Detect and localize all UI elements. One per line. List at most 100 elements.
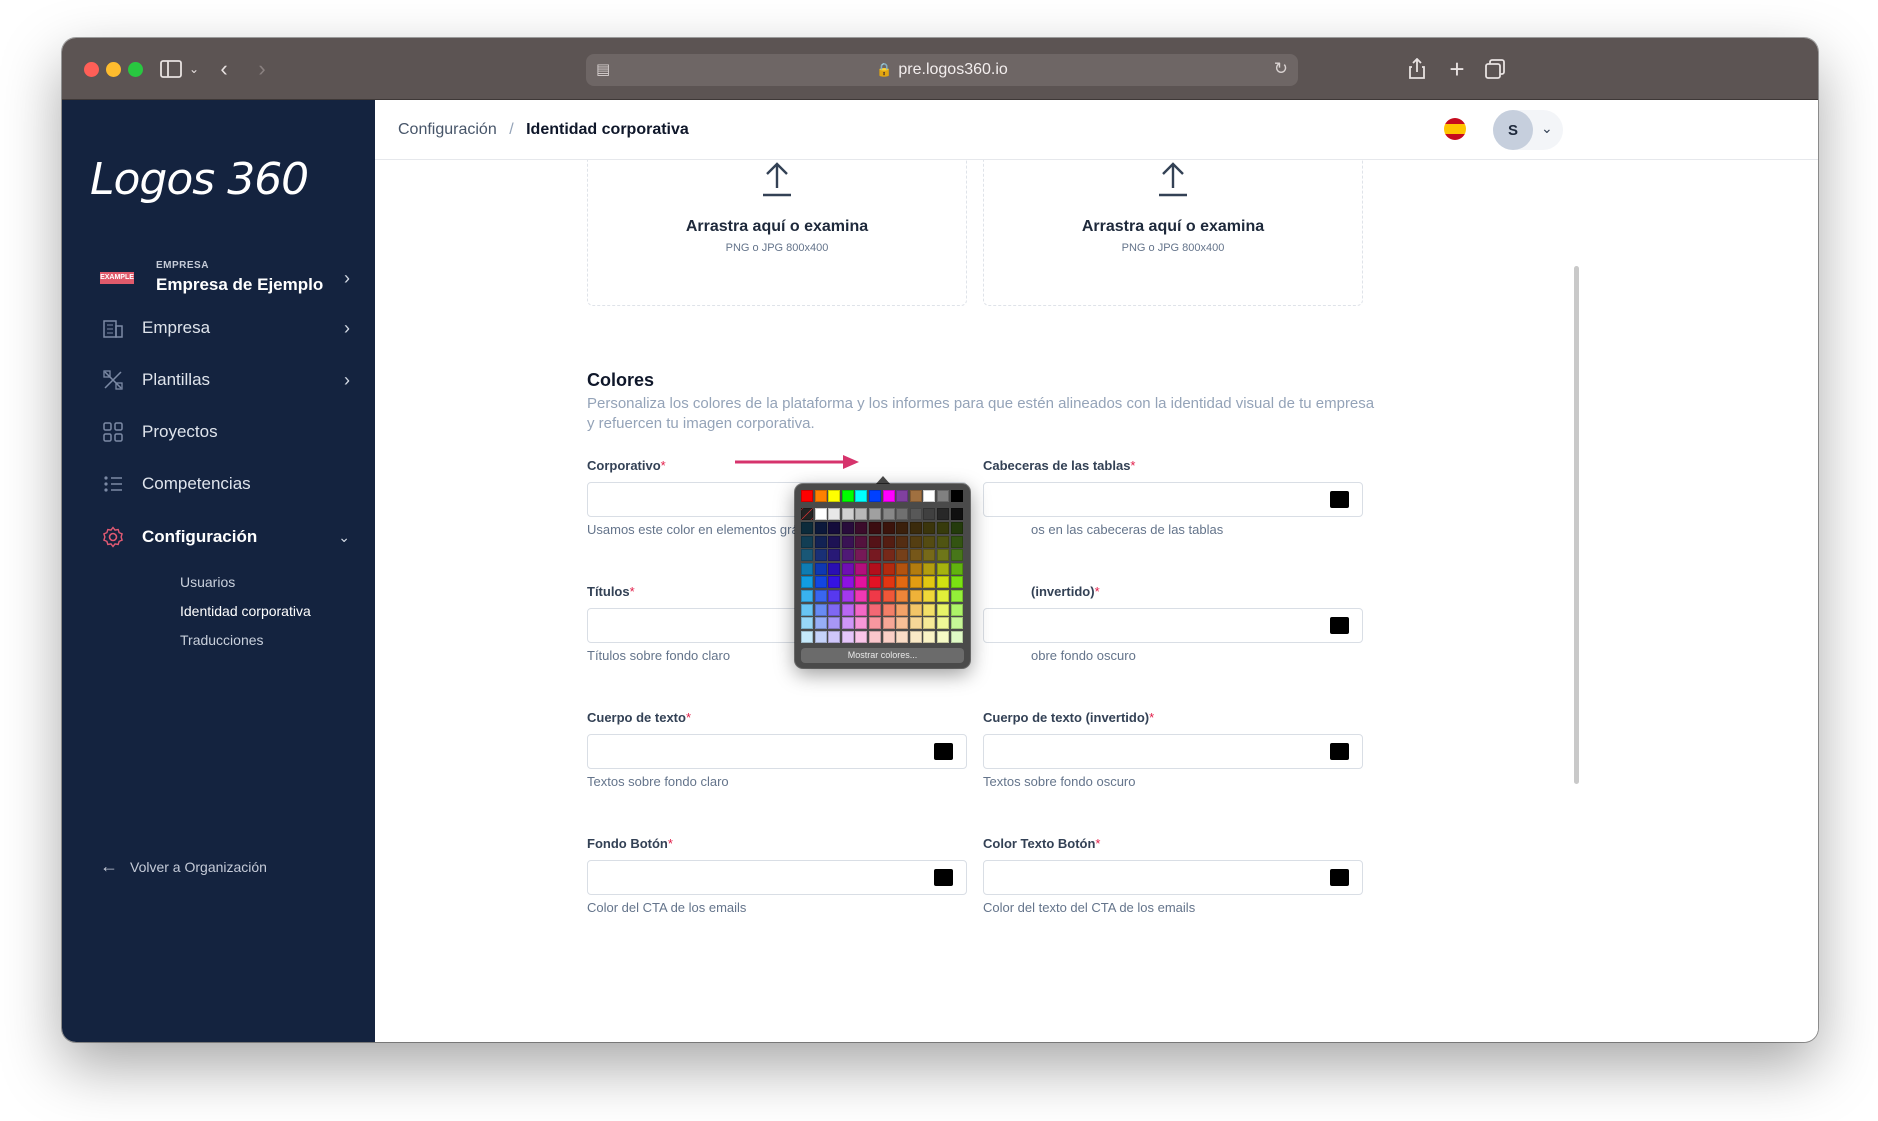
back-arrow-icon[interactable]: ‹: [212, 54, 236, 84]
color-swatch-cell[interactable]: [882, 490, 895, 502]
color-swatch[interactable]: [1330, 869, 1349, 886]
color-swatch-cell[interactable]: [855, 490, 868, 502]
color-swatch-cell[interactable]: [923, 549, 936, 562]
color-swatch-cell[interactable]: [950, 630, 963, 643]
color-swatch-cell[interactable]: [909, 576, 922, 589]
color-swatch-cell[interactable]: [896, 603, 909, 616]
color-swatch-cell[interactable]: [814, 590, 827, 602]
color-swatch-cell[interactable]: [896, 549, 909, 562]
color-swatch-cell[interactable]: [841, 508, 854, 520]
color-swatch-cell[interactable]: [882, 590, 895, 602]
color-swatch-cell[interactable]: [801, 576, 813, 589]
color-swatch-cell[interactable]: [937, 490, 949, 502]
color-swatch-cell[interactable]: [896, 490, 909, 502]
new-tab-icon[interactable]: +: [1442, 54, 1472, 84]
color-swatch-cell[interactable]: [814, 535, 827, 548]
cabeceras-color-input[interactable]: [983, 482, 1363, 517]
color-swatch-cell[interactable]: [841, 630, 854, 643]
color-swatch-cell[interactable]: [801, 630, 813, 643]
color-swatch-cell[interactable]: [828, 576, 841, 589]
color-swatch-cell[interactable]: [937, 590, 949, 602]
color-swatch-cell[interactable]: [923, 535, 936, 548]
color-swatch-cell[interactable]: [828, 522, 841, 534]
color-swatch-cell[interactable]: [801, 603, 813, 616]
color-swatch-cell[interactable]: [855, 617, 868, 630]
color-swatch-cell[interactable]: [841, 562, 854, 575]
color-swatch-cell[interactable]: [923, 522, 936, 534]
upload-dropzone-2[interactable]: Arrastra aquí o examina PNG o JPG 800x40…: [983, 160, 1363, 306]
color-swatch-cell[interactable]: [855, 603, 868, 616]
color-swatch-cell[interactable]: [841, 535, 854, 548]
color-swatch-cell[interactable]: [841, 490, 854, 502]
color-swatch-cell[interactable]: [869, 508, 881, 520]
zoom-window-button[interactable]: [128, 62, 143, 77]
color-swatch-cell[interactable]: [950, 508, 963, 520]
color-swatch-cell[interactable]: [950, 617, 963, 630]
color-swatch-cell[interactable]: [937, 576, 949, 589]
language-flag-icon[interactable]: [1444, 118, 1466, 140]
color-swatch-cell[interactable]: [937, 508, 949, 520]
color-swatch-cell[interactable]: [950, 535, 963, 548]
cuerpo-color-input[interactable]: [587, 734, 967, 769]
color-swatch-cell[interactable]: [896, 576, 909, 589]
color-swatch-cell[interactable]: [937, 617, 949, 630]
color-swatch-cell[interactable]: [937, 630, 949, 643]
scrollbar[interactable]: [1574, 266, 1579, 784]
color-swatch-cell[interactable]: [855, 522, 868, 534]
color-swatch-cell[interactable]: [855, 630, 868, 643]
forward-arrow-icon[interactable]: ›: [250, 54, 274, 84]
color-swatch-cell[interactable]: [814, 562, 827, 575]
breadcrumb-item-configuracion[interactable]: Configuración: [398, 121, 497, 138]
color-swatch-cell[interactable]: [923, 490, 936, 502]
color-swatch-cell[interactable]: [869, 603, 881, 616]
color-swatch-cell[interactable]: [814, 617, 827, 630]
color-swatch-cell[interactable]: [937, 535, 949, 548]
color-swatch-cell[interactable]: [801, 535, 813, 548]
color-swatch-cell[interactable]: [828, 549, 841, 562]
color-swatch-cell[interactable]: [828, 603, 841, 616]
share-icon[interactable]: [1402, 54, 1432, 84]
color-swatch-cell[interactable]: [801, 562, 813, 575]
color-swatch-cell[interactable]: [909, 535, 922, 548]
user-menu[interactable]: S ⌄: [1493, 110, 1563, 150]
color-swatch-cell[interactable]: [814, 576, 827, 589]
color-swatch-cell[interactable]: [909, 490, 922, 502]
color-swatch-cell[interactable]: [909, 549, 922, 562]
upload-dropzone-1[interactable]: Arrastra aquí o examina PNG o JPG 800x40…: [587, 160, 967, 306]
color-swatch-cell[interactable]: [814, 630, 827, 643]
address-bar[interactable]: ▤ 🔒 pre.logos360.io ↻: [586, 54, 1298, 86]
color-swatch-cell[interactable]: [841, 549, 854, 562]
color-swatch-cell[interactable]: [923, 630, 936, 643]
color-swatch-cell[interactable]: [855, 576, 868, 589]
color-swatch-cell[interactable]: [869, 617, 881, 630]
color-swatch-cell[interactable]: [937, 603, 949, 616]
texto-boton-color-input[interactable]: [983, 860, 1363, 895]
color-swatch-cell[interactable]: [937, 549, 949, 562]
color-swatch-cell[interactable]: [950, 603, 963, 616]
color-swatch-cell[interactable]: [950, 549, 963, 562]
color-swatch-cell[interactable]: [814, 522, 827, 534]
color-swatch-cell[interactable]: [896, 508, 909, 520]
color-swatch-cell[interactable]: [828, 617, 841, 630]
color-swatch-cell[interactable]: [882, 576, 895, 589]
color-swatch-cell[interactable]: [923, 617, 936, 630]
color-picker-popup[interactable]: Mostrar colores...: [795, 484, 970, 668]
color-swatch-cell[interactable]: [909, 603, 922, 616]
color-swatch-cell[interactable]: [909, 562, 922, 575]
titulos-invertido-color-input[interactable]: [983, 608, 1363, 643]
color-swatch-cell[interactable]: [828, 508, 841, 520]
color-swatch-cell[interactable]: [882, 549, 895, 562]
color-swatch-cell[interactable]: [882, 522, 895, 534]
color-swatch[interactable]: [934, 869, 953, 886]
color-swatch-cell[interactable]: [882, 508, 895, 520]
color-swatch-cell[interactable]: [801, 490, 813, 502]
color-swatch-cell[interactable]: [909, 630, 922, 643]
color-swatch-cell[interactable]: [896, 562, 909, 575]
company-selector[interactable]: EXAMPLE EMPRESA Empresa de Ejemplo ›: [100, 258, 350, 298]
sidebar-subitem-usuarios[interactable]: Usuarios: [180, 574, 235, 590]
fondo-boton-color-input[interactable]: [587, 860, 967, 895]
color-swatch-cell[interactable]: [882, 603, 895, 616]
color-swatch-cell[interactable]: [923, 508, 936, 520]
color-swatch-cell[interactable]: [801, 590, 813, 602]
color-swatch-cell[interactable]: [909, 590, 922, 602]
